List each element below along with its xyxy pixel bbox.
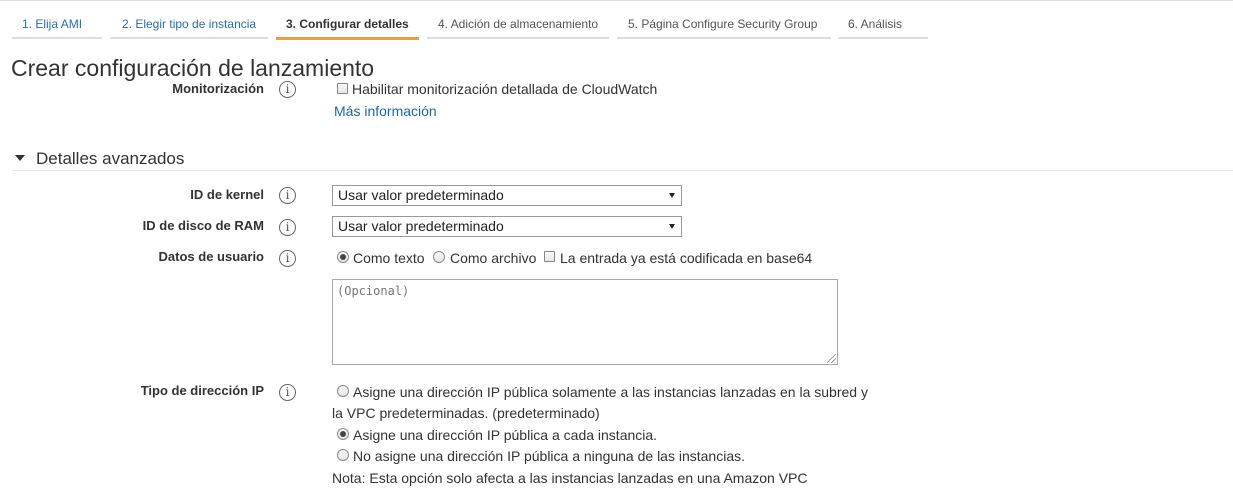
tab-label: 5. Página Configure Security Group [628, 17, 818, 31]
info-icon[interactable]: i [279, 187, 296, 204]
ip-option-every-radio[interactable] [337, 428, 349, 440]
as-text-radio[interactable] [337, 251, 349, 263]
tab-configure-details[interactable]: 3. Configurar detalles [276, 17, 419, 40]
page-title: Crear configuración de lanzamiento [11, 55, 375, 81]
kernel-id-label: ID de kernel [190, 187, 264, 202]
tab-security-group[interactable]: 5. Página Configure Security Group [617, 17, 831, 39]
info-icon[interactable]: i [279, 384, 296, 401]
as-file-label: Como archivo [450, 250, 537, 266]
user-data-textarea[interactable]: (Opcional) [332, 279, 838, 365]
ip-option-none-label: No asigne una dirección IP pública a nin… [353, 448, 745, 464]
tab-add-storage[interactable]: 4. Adición de almacenamiento [427, 17, 609, 39]
cloudwatch-checkbox-label: Habilitar monitorización detallada de Cl… [352, 81, 658, 97]
tab-instance-type[interactable]: 2. Elegir tipo de instancia [110, 17, 268, 39]
as-file-radio[interactable] [433, 251, 445, 263]
section-title: Detalles avanzados [36, 149, 185, 168]
tab-label: 3. Configurar detalles [286, 17, 409, 31]
base64-checkbox[interactable] [544, 251, 555, 262]
textarea-placeholder: (Opcional) [337, 284, 410, 298]
ip-note: Nota: Esta opción solo afecta a las inst… [332, 470, 808, 486]
ip-option-default-line1: Asigne una dirección IP pública solament… [353, 384, 868, 400]
tab-underline [427, 37, 609, 39]
resize-handle-icon[interactable] [827, 354, 836, 363]
user-data-label: Datos de usuario [158, 249, 264, 264]
ramdisk-id-label: ID de disco de RAM [142, 218, 264, 233]
tab-label: 1. Elija AMI [22, 17, 83, 31]
tab-underline [617, 37, 831, 39]
info-icon[interactable]: i [279, 219, 296, 236]
tab-review[interactable]: 6. Análisis [838, 17, 928, 39]
info-icon[interactable]: i [279, 81, 296, 98]
tab-label: 6. Análisis [848, 17, 903, 31]
dropdown-arrow-icon [669, 193, 675, 198]
ip-option-default-line2: la VPC predeterminadas. (predeterminado) [332, 405, 600, 421]
ip-option-none-radio[interactable] [337, 449, 349, 461]
wizard-steps: 1. Elija AMI 2. Elegir tipo de instancia… [0, 0, 1233, 40]
more-info-link[interactable]: Más información [334, 103, 437, 119]
ip-option-every-label: Asigne una dirección IP pública a cada i… [353, 427, 658, 443]
monitoring-label: Monitorización [172, 81, 264, 96]
tab-label: 2. Elegir tipo de instancia [122, 17, 257, 31]
ip-type-label: Tipo de dirección IP [140, 383, 264, 398]
info-icon[interactable]: i [279, 250, 296, 267]
tab-choose-ami[interactable]: 1. Elija AMI [12, 17, 102, 39]
as-text-label: Como texto [353, 250, 425, 266]
kernel-id-select[interactable]: Usar valor predeterminado [332, 185, 682, 206]
base64-label: La entrada ya está codificada en base64 [560, 250, 813, 266]
caret-down-icon [15, 155, 25, 161]
dropdown-arrow-icon [669, 224, 675, 229]
advanced-details-header[interactable]: Detalles avanzados [12, 149, 1233, 171]
tab-underline [838, 37, 928, 39]
tab-underline-active [276, 37, 419, 40]
select-value: Usar valor predeterminado [338, 218, 504, 234]
ramdisk-id-select[interactable]: Usar valor predeterminado [332, 216, 682, 237]
tab-label: 4. Adición de almacenamiento [438, 17, 599, 31]
tab-underline [12, 37, 102, 39]
cloudwatch-checkbox[interactable] [337, 83, 348, 94]
select-value: Usar valor predeterminado [338, 187, 504, 203]
tab-underline [110, 37, 268, 39]
ip-option-default-radio[interactable] [337, 385, 349, 397]
